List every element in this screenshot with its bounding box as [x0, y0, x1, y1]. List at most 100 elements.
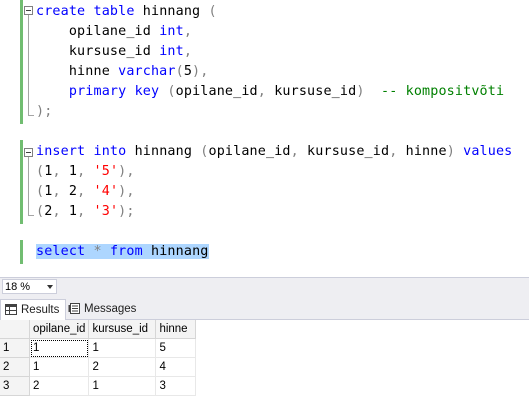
code-token: ),: [118, 184, 135, 199]
code-token: '4': [93, 184, 119, 199]
code-token: ),: [118, 164, 135, 179]
code-token: ): [446, 144, 455, 159]
code-token: ): [356, 84, 365, 99]
table-row: 2 1 2 4: [0, 357, 197, 377]
code-token: (: [36, 164, 45, 179]
grid-icon: [5, 304, 17, 315]
zoom-bar: 18 %: [0, 277, 529, 295]
table-cell[interactable]: 2: [88, 357, 157, 377]
collapse-icon[interactable]: [24, 148, 33, 157]
chevron-down-icon[interactable]: [47, 285, 53, 289]
code-token: int: [159, 44, 184, 59]
code-token: 5: [183, 64, 193, 79]
code-token: hinnang: [142, 244, 209, 259]
code-token: kursuse_id: [36, 44, 160, 59]
code-token: into: [93, 144, 127, 159]
code-line[interactable]: select * from hinnang: [36, 242, 209, 262]
code-token: select: [36, 244, 86, 259]
query-editor[interactable]: create table hinnang ( opilane_id int, k…: [0, 0, 529, 277]
code-token: (: [167, 84, 176, 99]
table-cell[interactable]: 4: [155, 357, 197, 377]
code-token: ,: [52, 204, 61, 219]
table-cell[interactable]: 1: [29, 357, 90, 377]
code-token: create: [36, 4, 86, 19]
code-token: 1: [60, 204, 78, 219]
code-token: (: [200, 144, 209, 159]
code-token: );: [118, 204, 135, 219]
change-indicator-bar: [20, 240, 23, 264]
code-token: key: [134, 84, 160, 99]
code-line[interactable]: (1, 2, '4'),: [36, 182, 135, 202]
table-cell[interactable]: 5: [155, 338, 197, 358]
code-token: (: [175, 64, 184, 79]
collapse-icon[interactable]: [24, 6, 33, 15]
zoom-value: 18 %: [5, 281, 31, 293]
code-token: hinnang: [134, 4, 209, 19]
code-line[interactable]: kursuse_id int,: [36, 42, 192, 62]
code-token: ,: [183, 44, 193, 59]
code-token: '5': [93, 164, 119, 179]
code-token: 2: [60, 184, 78, 199]
code-token: hinnang: [126, 144, 201, 159]
code-token: from: [109, 244, 143, 259]
zoom-dropdown[interactable]: 18 %: [2, 279, 57, 294]
code-line[interactable]: hinne varchar(5),: [36, 62, 208, 82]
column-header[interactable]: kursuse_id: [88, 320, 157, 339]
code-line[interactable]: opilane_id int,: [36, 22, 192, 42]
editor-gutter: [0, 0, 20, 277]
code-token: [101, 244, 110, 259]
code-line[interactable]: insert into hinnang (opilane_id, kursuse…: [36, 142, 512, 162]
results-grid[interactable]: opilane_id kursuse_id hinne 1 1 1 5 2 1 …: [0, 320, 529, 406]
row-number[interactable]: 1: [0, 338, 30, 358]
code-line[interactable]: (1, 1, '5'),: [36, 162, 135, 182]
code-token: ,: [183, 24, 193, 39]
code-token: hinne: [36, 64, 119, 79]
messages-icon: [68, 303, 80, 314]
results-tab-strip: Results Messages: [0, 295, 529, 320]
code-token: [85, 244, 94, 259]
code-token: opilane_id: [175, 84, 258, 99]
code-token: insert: [36, 144, 86, 159]
code-line[interactable]: primary key (opilane_id, kursuse_id) -- …: [36, 82, 504, 102]
row-number[interactable]: 3: [0, 376, 30, 396]
column-header[interactable]: hinne: [155, 320, 197, 339]
code-token: kursuse_id: [298, 144, 390, 159]
change-indicator-bar: [20, 0, 23, 124]
code-line[interactable]: create table hinnang (: [36, 2, 217, 22]
tab-messages[interactable]: Messages: [64, 299, 142, 320]
code-token: varchar: [118, 64, 176, 79]
code-token: values: [463, 144, 513, 159]
code-token: ),: [192, 64, 209, 79]
table-cell[interactable]: 1: [88, 338, 157, 358]
code-line[interactable]: );: [36, 102, 52, 122]
code-token: *: [93, 244, 102, 259]
row-header-corner[interactable]: [0, 320, 30, 339]
row-number[interactable]: 2: [0, 357, 30, 377]
outline-fold-line: [28, 12, 29, 115]
code-token: (: [36, 184, 45, 199]
table-cell[interactable]: 3: [155, 376, 197, 396]
code-token: primary: [68, 84, 127, 99]
code-token: table: [93, 4, 135, 19]
table-cell[interactable]: 1: [88, 376, 157, 396]
outline-fold-end: [28, 115, 34, 116]
code-token: ,: [52, 184, 61, 199]
tab-messages-label: Messages: [84, 303, 137, 315]
code-token: 1: [60, 164, 78, 179]
tab-results[interactable]: Results: [0, 299, 67, 320]
table-cell[interactable]: 1: [29, 338, 90, 358]
table-cell[interactable]: 2: [29, 376, 90, 396]
code-token: int: [159, 24, 184, 39]
results-table: opilane_id kursuse_id hinne 1 1 1 5 2 1 …: [0, 320, 197, 396]
code-line[interactable]: (2, 1, '3');: [36, 202, 135, 222]
code-token: (: [36, 204, 45, 219]
code-token: ,: [257, 84, 266, 99]
column-header[interactable]: opilane_id: [29, 320, 90, 339]
code-token: ,: [52, 164, 61, 179]
